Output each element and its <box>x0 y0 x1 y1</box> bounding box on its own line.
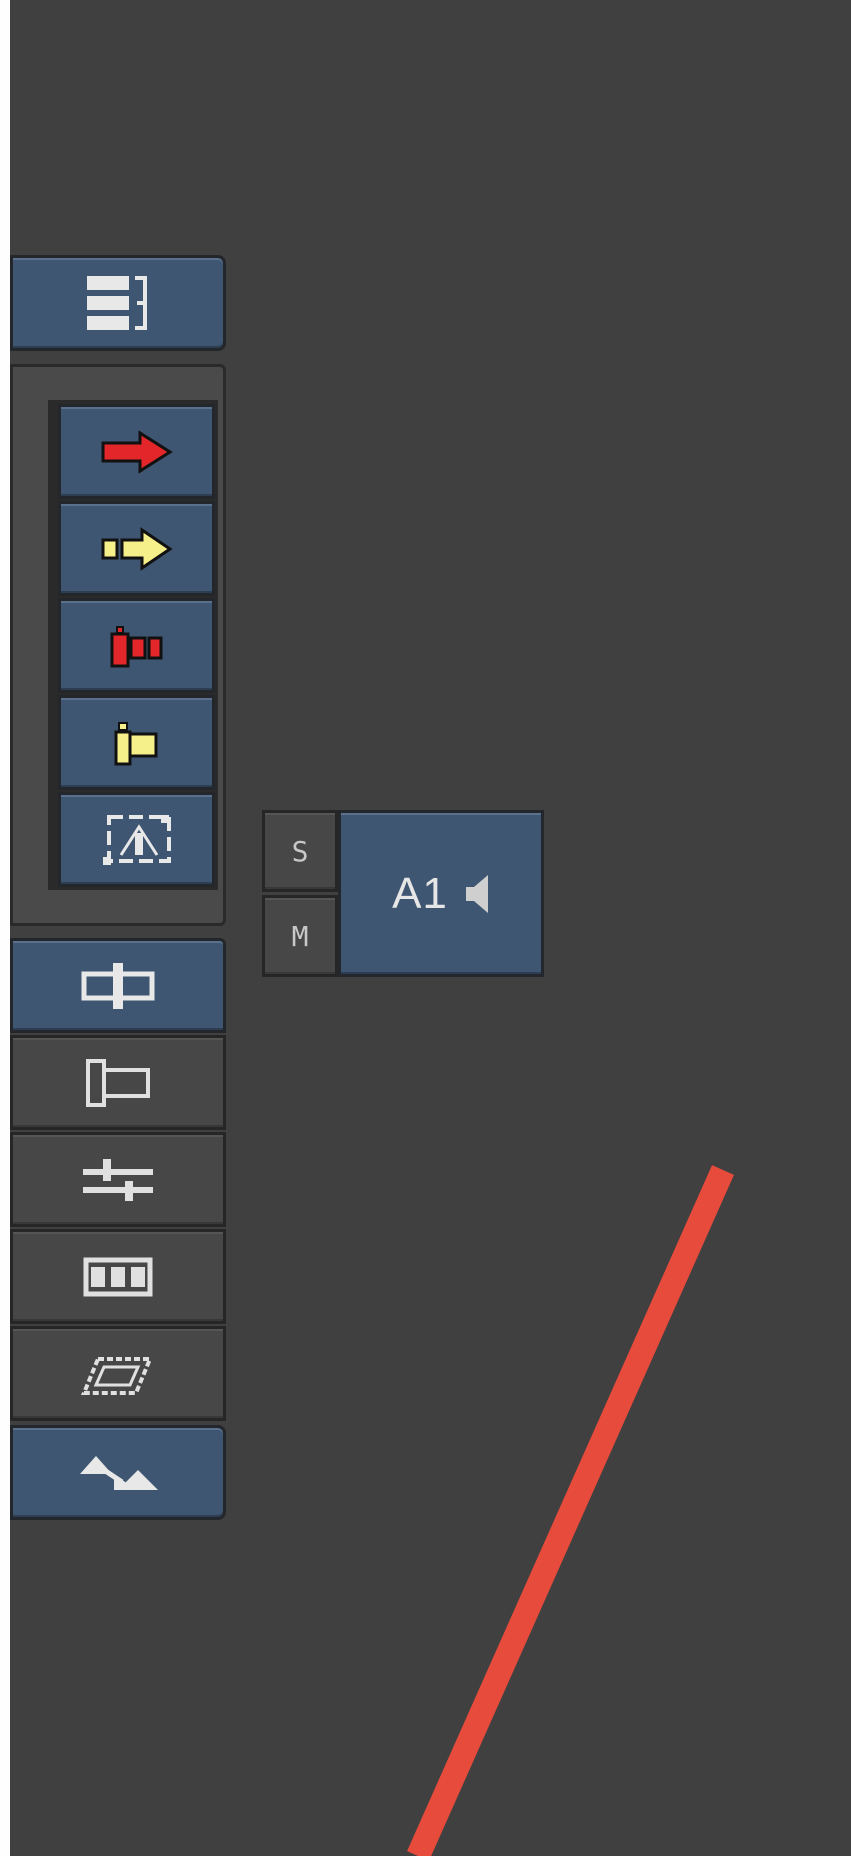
annotation-line <box>407 1165 734 1856</box>
